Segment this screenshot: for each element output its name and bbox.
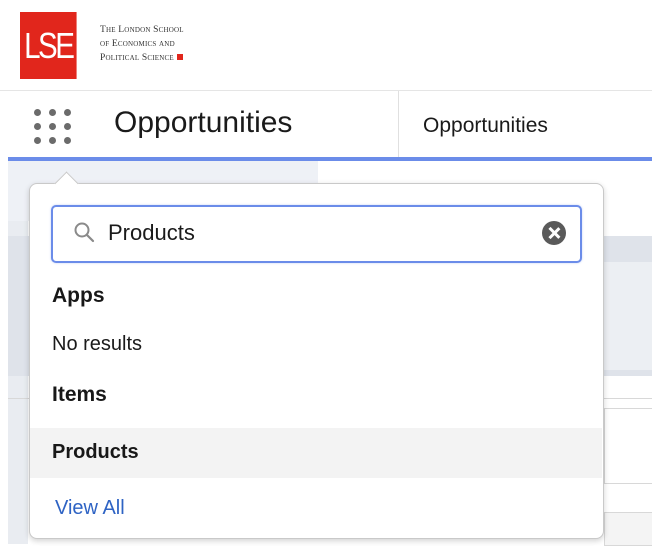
logo-square-icon xyxy=(176,54,183,60)
logo-header: LSE The London School of Economics and P… xyxy=(0,0,652,90)
tab-opportunities[interactable]: Opportunities xyxy=(423,114,548,138)
nav-active-underline xyxy=(8,157,652,161)
item-products[interactable]: Products xyxy=(30,428,602,478)
lse-logo-text: The London School of Economics and Polit… xyxy=(100,23,240,65)
item-label: Products xyxy=(52,441,139,463)
page-background-card xyxy=(604,262,652,370)
search-icon xyxy=(74,222,95,243)
page-background-card xyxy=(604,408,652,484)
apps-no-results: No results xyxy=(52,333,143,355)
app-name: Opportunities xyxy=(114,106,293,139)
clear-icon[interactable] xyxy=(542,221,566,245)
global-nav-bar xyxy=(0,90,652,158)
items-section-heading: Items xyxy=(52,383,107,406)
logo-text-line-2: of Economics and xyxy=(100,39,175,49)
page-background-card xyxy=(604,512,652,546)
logo-text-line-3: Political Science xyxy=(100,51,240,65)
apps-section-heading: Apps xyxy=(52,284,105,307)
logo-text-line-1: The London School xyxy=(100,25,184,35)
app-launcher-grid-icon[interactable] xyxy=(32,107,76,147)
lse-logo-mark[interactable]: LSE xyxy=(20,12,77,79)
nav-divider xyxy=(398,91,399,157)
search-input[interactable] xyxy=(108,216,528,250)
view-all-link[interactable]: View All xyxy=(55,497,125,520)
